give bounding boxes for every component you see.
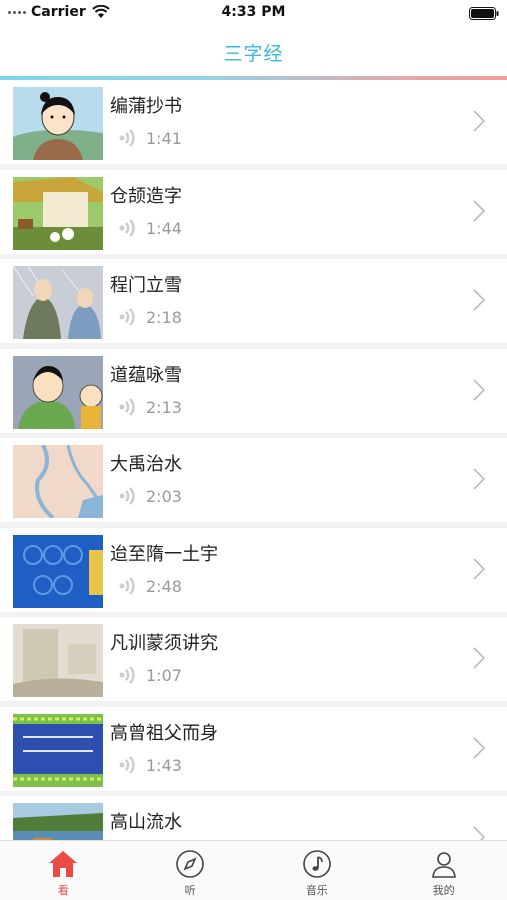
list-item[interactable]: 迨至隋一土宇 2:48 bbox=[0, 527, 507, 612]
item-title: 大禹治水 bbox=[110, 454, 182, 475]
item-duration: 1:44 bbox=[146, 218, 182, 238]
item-duration: 2:03 bbox=[146, 487, 182, 506]
list-item[interactable]: 凡训蒙须讲究 1:07 bbox=[0, 617, 507, 701]
list-item[interactable]: 高曾祖父而身 1:43 bbox=[0, 706, 507, 791]
item-title: 道蕴咏雪 bbox=[110, 364, 182, 386]
audio-icon bbox=[119, 666, 135, 684]
audio-icon bbox=[119, 487, 135, 505]
chevron-right-icon bbox=[473, 826, 485, 840]
list-item[interactable]: 高山流水 bbox=[0, 796, 507, 840]
chevron-right-icon bbox=[473, 289, 485, 311]
story-list[interactable]: 编蒲抄书 1:41 仓颉造字 1:44 程门立雪 2:18 道蕴咏雪 2:13 … bbox=[0, 80, 507, 840]
audio-icon bbox=[119, 576, 135, 595]
chevron-right-icon bbox=[473, 378, 485, 401]
music-note-icon bbox=[303, 850, 331, 878]
thumbnail-image bbox=[13, 803, 103, 840]
item-title: 仓颉造字 bbox=[110, 185, 182, 207]
audio-icon bbox=[119, 308, 135, 326]
list-item[interactable]: 大禹治水 2:03 bbox=[0, 438, 507, 522]
chevron-right-icon bbox=[473, 647, 485, 669]
thumbnail-image bbox=[13, 534, 103, 608]
item-title: 凡训蒙须讲究 bbox=[110, 633, 218, 654]
status-time: 4:33 PM bbox=[221, 4, 286, 20]
battery-icon bbox=[469, 7, 499, 20]
thumbnail-image bbox=[13, 445, 103, 518]
item-duration: 2:13 bbox=[146, 397, 182, 417]
page-title: 三字经 bbox=[223, 42, 284, 65]
user-icon bbox=[431, 852, 456, 878]
tab-label: 看 bbox=[57, 884, 69, 897]
item-duration: 1:41 bbox=[146, 129, 182, 148]
item-duration: 1:07 bbox=[146, 666, 182, 685]
item-duration: 1:43 bbox=[146, 755, 182, 775]
audio-icon bbox=[119, 755, 135, 774]
status-bar: Carrier 4:33 PM bbox=[0, 0, 507, 28]
audio-icon bbox=[119, 218, 135, 237]
list-item[interactable]: 道蕴咏雪 2:13 bbox=[0, 348, 507, 433]
list-item[interactable]: 程门立雪 2:18 bbox=[0, 259, 507, 343]
chevron-right-icon bbox=[473, 736, 485, 759]
item-title: 迨至隋一土宇 bbox=[110, 543, 218, 565]
thumbnail-image bbox=[13, 176, 103, 250]
thumbnail-image bbox=[13, 87, 103, 160]
item-title: 编蒲抄书 bbox=[110, 96, 182, 117]
tab-listen[interactable]: 听 bbox=[127, 841, 254, 900]
thumbnail-image bbox=[13, 624, 103, 697]
home-icon bbox=[49, 851, 78, 877]
item-title: 高曾祖父而身 bbox=[110, 722, 218, 744]
chevron-right-icon bbox=[473, 557, 485, 580]
item-duration: 2:48 bbox=[146, 576, 182, 596]
tab-profile[interactable]: 我的 bbox=[380, 841, 507, 900]
list-item[interactable]: 仓颉造字 1:44 bbox=[0, 169, 507, 254]
thumbnail-image bbox=[13, 355, 103, 429]
item-title: 高山流水 bbox=[110, 812, 182, 833]
audio-icon bbox=[119, 129, 135, 147]
chevron-right-icon bbox=[473, 110, 485, 132]
tab-label: 我的 bbox=[432, 884, 455, 897]
chevron-right-icon bbox=[473, 468, 485, 490]
tab-bar: 看 听 音乐 我的 bbox=[0, 840, 507, 900]
tab-label: 听 bbox=[184, 884, 196, 897]
thumbnail-image bbox=[13, 713, 103, 787]
navigation-bar: 三字经 bbox=[0, 28, 507, 76]
chevron-right-icon bbox=[473, 199, 485, 222]
tab-watch[interactable]: 看 bbox=[0, 841, 127, 900]
tab-music[interactable]: 音乐 bbox=[254, 841, 381, 900]
item-title: 程门立雪 bbox=[110, 275, 182, 296]
tab-label: 音乐 bbox=[305, 884, 328, 897]
thumbnail-image bbox=[13, 266, 103, 339]
list-item[interactable]: 编蒲抄书 1:41 bbox=[0, 80, 507, 164]
compass-icon bbox=[176, 850, 204, 878]
audio-icon bbox=[119, 397, 135, 416]
item-duration: 2:18 bbox=[146, 308, 182, 327]
